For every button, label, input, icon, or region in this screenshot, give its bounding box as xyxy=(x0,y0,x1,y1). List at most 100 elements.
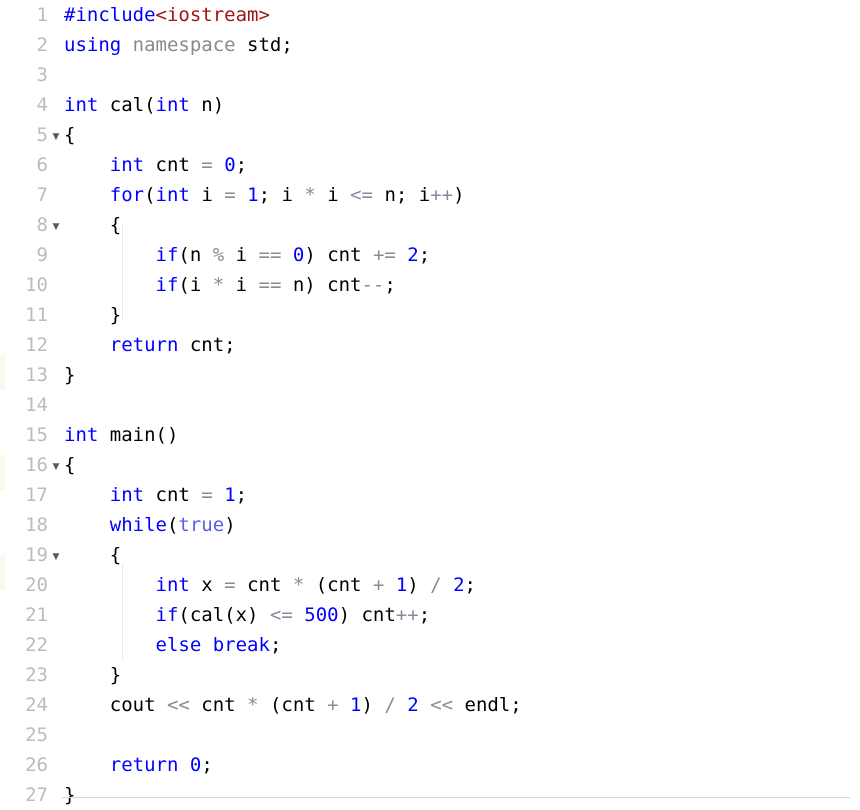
code-text[interactable]: { xyxy=(64,540,121,570)
code-line[interactable]: 17 int cnt = 1; xyxy=(0,480,860,510)
code-line[interactable]: 14 xyxy=(0,390,860,420)
code-text[interactable]: { xyxy=(64,450,75,480)
token-op: * xyxy=(292,574,305,596)
token-op: ++ xyxy=(430,184,454,206)
code-line[interactable]: 9 if(n % i == 0) cnt += 2; xyxy=(0,240,860,270)
code-text[interactable]: return cnt; xyxy=(64,330,236,360)
code-line[interactable]: 18 while(true) xyxy=(0,510,860,540)
code-line[interactable]: 25 xyxy=(0,720,860,750)
code-line[interactable]: 23 } xyxy=(0,660,860,690)
token-op: << xyxy=(430,694,454,716)
code-text[interactable]: #include<iostream> xyxy=(64,0,270,30)
code-line[interactable]: 1 #include<iostream> xyxy=(0,0,860,30)
code-line[interactable]: 24 cout << cnt * (cnt + 1) / 2 << endl; xyxy=(0,690,860,720)
token-id: (cal(x) xyxy=(178,604,270,626)
token-num: 0 xyxy=(292,244,305,266)
token-kw: int xyxy=(64,424,99,446)
line-number: 11 xyxy=(25,304,48,326)
code-line[interactable]: 12 return cnt; xyxy=(0,330,860,360)
token-id: } xyxy=(64,304,122,326)
token-id: endl; xyxy=(453,694,522,716)
code-text[interactable]: if(i * i == n) cnt--; xyxy=(64,270,396,300)
code-text[interactable]: { xyxy=(64,210,121,240)
code-line[interactable]: 27} xyxy=(0,780,860,810)
code-lines[interactable]: 1 #include<iostream> 2 using namespace std;… xyxy=(0,0,860,810)
token-op: * xyxy=(247,694,259,716)
code-line[interactable]: 2 using namespace std; xyxy=(0,30,860,60)
token-id: cnt xyxy=(144,484,202,506)
code-text[interactable]: else break; xyxy=(64,630,282,660)
token-id xyxy=(293,604,304,626)
code-line[interactable]: 20 int x = cnt * (cnt + 1) / 2; xyxy=(0,570,860,600)
line-number: 14 xyxy=(25,394,48,416)
code-text[interactable]: } xyxy=(64,300,121,330)
code-line[interactable]: 4 int cal(int n) xyxy=(0,90,860,120)
code-text[interactable]: if(n % i == 0) cnt += 2; xyxy=(64,240,431,270)
code-text[interactable]: } xyxy=(64,660,121,690)
token-kw: int xyxy=(109,154,145,176)
code-text[interactable]: cout << cnt * (cnt + 1) / 2 << endl; xyxy=(64,690,522,720)
token-kw: int xyxy=(155,94,190,116)
fold-chevron-down-icon[interactable]: ▼ xyxy=(50,120,62,154)
code-line[interactable]: 10 if(i * i == n) cnt--; xyxy=(0,270,860,300)
code-line[interactable]: 8 ▼ { xyxy=(0,210,860,240)
code-line[interactable]: 15 int main() xyxy=(0,420,860,450)
code-line[interactable]: 19 ▼ { xyxy=(0,540,860,570)
token-id: i xyxy=(315,184,351,206)
code-line[interactable]: 5 ▼{ xyxy=(0,120,860,150)
code-line[interactable]: 22 else break; xyxy=(0,630,860,660)
token-num: 1 xyxy=(395,574,408,596)
code-text[interactable]: int cal(int n) xyxy=(64,90,224,120)
token-num: 1 xyxy=(224,484,236,506)
token-op: = xyxy=(201,484,213,506)
code-line[interactable]: 16 ▼{ xyxy=(0,450,860,480)
token-id: cnt xyxy=(235,574,293,596)
fold-chevron-down-icon[interactable]: ▼ xyxy=(50,540,62,574)
code-text[interactable]: int cnt = 1; xyxy=(64,480,247,510)
code-line[interactable]: 6 int cnt = 0; xyxy=(0,150,860,180)
token-id xyxy=(213,154,224,176)
token-id xyxy=(64,574,156,596)
token-id: } xyxy=(64,664,122,686)
token-id: } xyxy=(64,784,76,806)
token-id: i xyxy=(224,244,259,266)
fold-chevron-down-icon[interactable]: ▼ xyxy=(50,450,62,484)
token-id xyxy=(64,514,110,536)
code-line[interactable]: 13} xyxy=(0,360,860,390)
token-id: ) xyxy=(361,694,385,716)
token-op: * xyxy=(212,274,225,296)
token-op: ++ xyxy=(395,604,419,626)
code-line[interactable]: 3 xyxy=(0,60,860,90)
code-text[interactable]: if(cal(x) <= 500) cnt++; xyxy=(64,600,431,630)
code-text[interactable]: int main() xyxy=(64,420,178,450)
code-text[interactable]: } xyxy=(64,360,75,390)
token-kw: int xyxy=(64,94,99,116)
token-kw: if xyxy=(155,604,179,626)
token-id xyxy=(419,694,430,716)
code-line[interactable]: 26 return 0; xyxy=(0,750,860,780)
code-text[interactable]: { xyxy=(64,120,75,150)
token-num: 0 xyxy=(189,754,202,776)
code-line[interactable]: 7 for(int i = 1; i * i <= n; i++) xyxy=(0,180,860,210)
code-line[interactable]: 21 if(cal(x) <= 500) cnt++; xyxy=(0,600,860,630)
code-editor[interactable]: 1 #include<iostream> 2 using namespace std;… xyxy=(0,0,860,808)
code-text[interactable]: using namespace std; xyxy=(64,30,293,60)
token-id: std; xyxy=(235,34,293,56)
token-kw: return xyxy=(109,334,179,356)
code-text[interactable]: for(int i = 1; i * i <= n; i++) xyxy=(64,180,465,210)
code-line[interactable]: 11 } xyxy=(0,300,860,330)
code-text[interactable]: int x = cnt * (cnt + 1) / 2; xyxy=(64,570,476,600)
fold-chevron-down-icon[interactable]: ▼ xyxy=(50,210,62,244)
code-text[interactable]: while(true) xyxy=(64,510,236,540)
token-id: n; i xyxy=(373,184,431,206)
token-id: ; xyxy=(464,574,476,596)
token-id: } xyxy=(64,364,76,386)
code-text[interactable]: return 0; xyxy=(64,750,213,780)
line-number: 13 xyxy=(25,364,48,386)
code-text[interactable]: int cnt = 0; xyxy=(64,150,247,180)
token-op: + xyxy=(372,574,385,596)
code-text[interactable]: } xyxy=(64,780,75,810)
token-op: <= xyxy=(269,604,293,626)
token-id: cout xyxy=(64,694,167,716)
token-id: { xyxy=(64,214,122,236)
